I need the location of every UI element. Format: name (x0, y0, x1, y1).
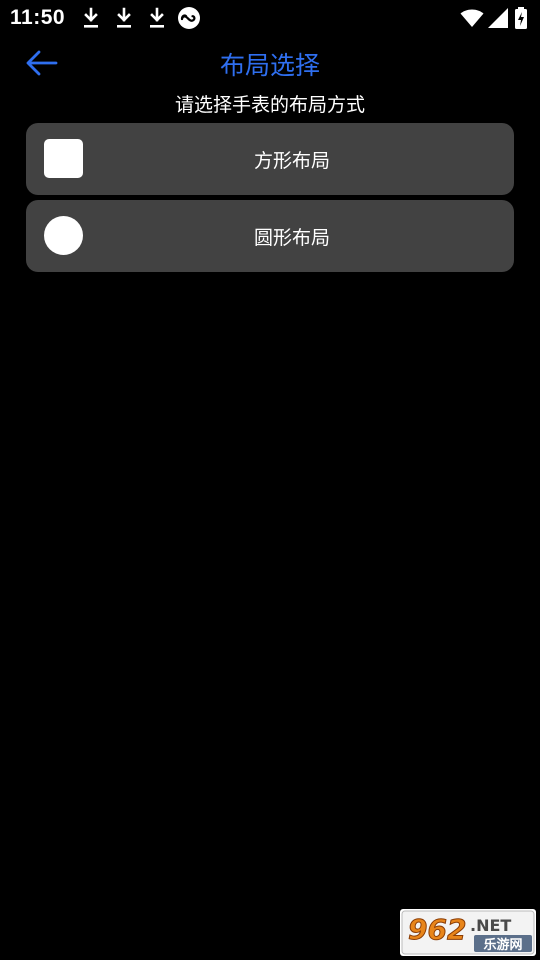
signal-icon (486, 6, 510, 30)
download-icon (79, 6, 103, 30)
screen: 11:50 布局选择 请选择手表的布局方式 方形布局 圆形布局 962 .NET… (0, 0, 540, 960)
battery-charging-icon (513, 6, 529, 30)
option-round-layout[interactable]: 圆形布局 (26, 200, 514, 272)
watermark-logo: 962 .NET 乐游网 (400, 909, 536, 956)
option-label: 方形布局 (253, 150, 330, 172)
download-icon (112, 6, 136, 30)
infinity-app-icon (177, 6, 201, 30)
watermark-caption: 乐游网 (483, 937, 522, 953)
status-bar: 11:50 (0, 0, 540, 36)
watermark-brand: 962 (408, 913, 466, 946)
wifi-icon (460, 6, 484, 30)
download-icon (145, 6, 169, 30)
option-square-layout[interactable]: 方形布局 (26, 123, 514, 195)
app-bar: 布局选择 (0, 36, 540, 90)
layout-prompt: 请选择手表的布局方式 (174, 94, 365, 116)
page-title: 布局选择 (219, 51, 320, 80)
option-label: 圆形布局 (253, 227, 330, 249)
watermark-suffix: .NET (470, 916, 511, 935)
status-time: 11:50 (10, 6, 66, 29)
